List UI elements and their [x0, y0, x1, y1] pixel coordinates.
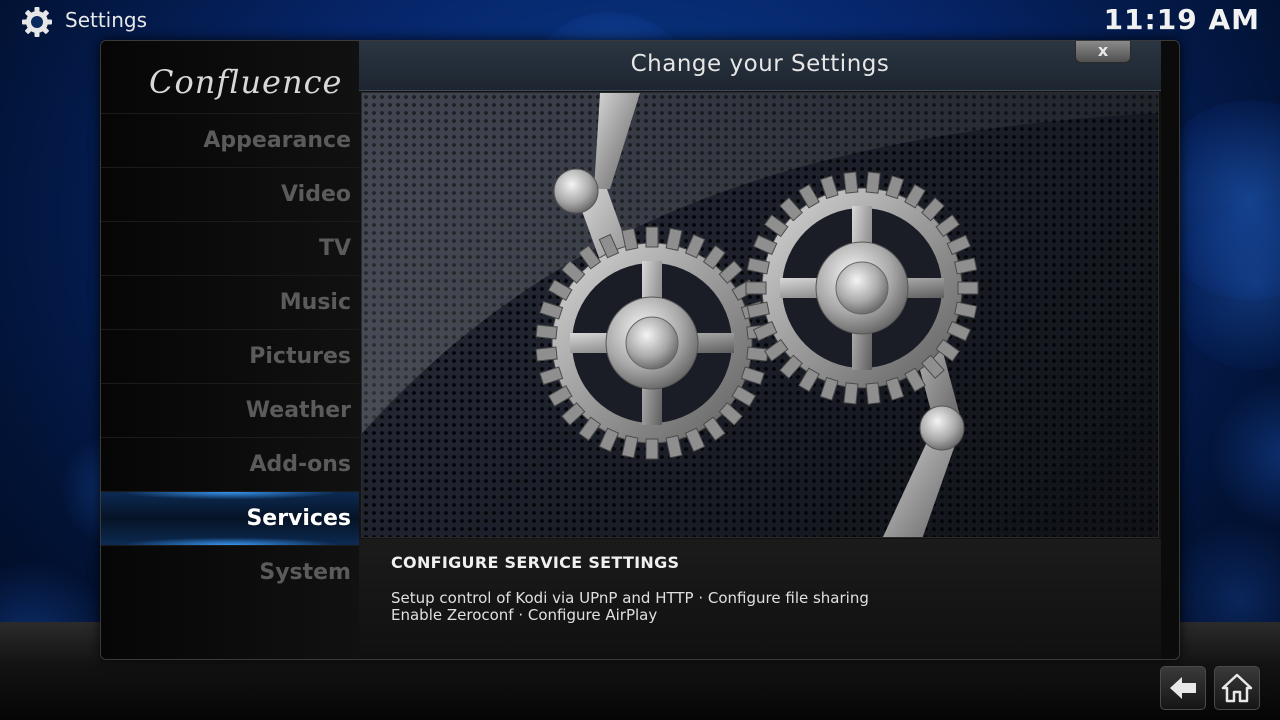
back-arrow-icon [1170, 677, 1196, 699]
content-area: Change your Settings CONFIGURE SERVICE S… [359, 41, 1161, 659]
sidebar-item-weather[interactable]: Weather [101, 383, 359, 437]
clock: 11:19 AM [1103, 3, 1260, 36]
sidebar-item-services[interactable]: Services [101, 491, 359, 545]
description-title: CONFIGURE SERVICE SETTINGS [391, 553, 680, 572]
sidebar-item-pictures[interactable]: Pictures [101, 329, 359, 383]
gear-icon [22, 7, 52, 37]
gears-artwork [361, 92, 1159, 538]
sidebar-item-video[interactable]: Video [101, 167, 359, 221]
sidebar-item-system[interactable]: System [101, 545, 359, 599]
page-title: Change your Settings [630, 51, 890, 77]
home-button[interactable] [1214, 666, 1260, 710]
description-line: Enable Zeroconf · Configure AirPlay [391, 606, 658, 624]
home-icon [1221, 673, 1253, 703]
background-bubble [1210, 380, 1280, 530]
close-icon: x [1097, 41, 1109, 60]
sidebar-item-music[interactable]: Music [101, 275, 359, 329]
sidebar-item-add-ons[interactable]: Add-ons [101, 437, 359, 491]
confluence-logo: Confluence [149, 63, 343, 101]
header-band: Change your Settings [359, 41, 1161, 91]
back-button[interactable] [1160, 666, 1206, 710]
close-button[interactable]: x [1075, 41, 1131, 63]
description-panel: CONFIGURE SERVICE SETTINGS Setup control… [359, 539, 1161, 659]
description-line: Setup control of Kodi via UPnP and HTTP … [391, 589, 869, 607]
gears-illustration [362, 93, 1158, 537]
sidebar-item-tv[interactable]: TV [101, 221, 359, 275]
sidebar: Confluence Appearance Video TV Music Pic… [101, 41, 359, 659]
sidebar-item-appearance[interactable]: Appearance [101, 113, 359, 167]
settings-panel: Confluence Appearance Video TV Music Pic… [100, 40, 1180, 660]
window-title: Settings [65, 8, 148, 32]
